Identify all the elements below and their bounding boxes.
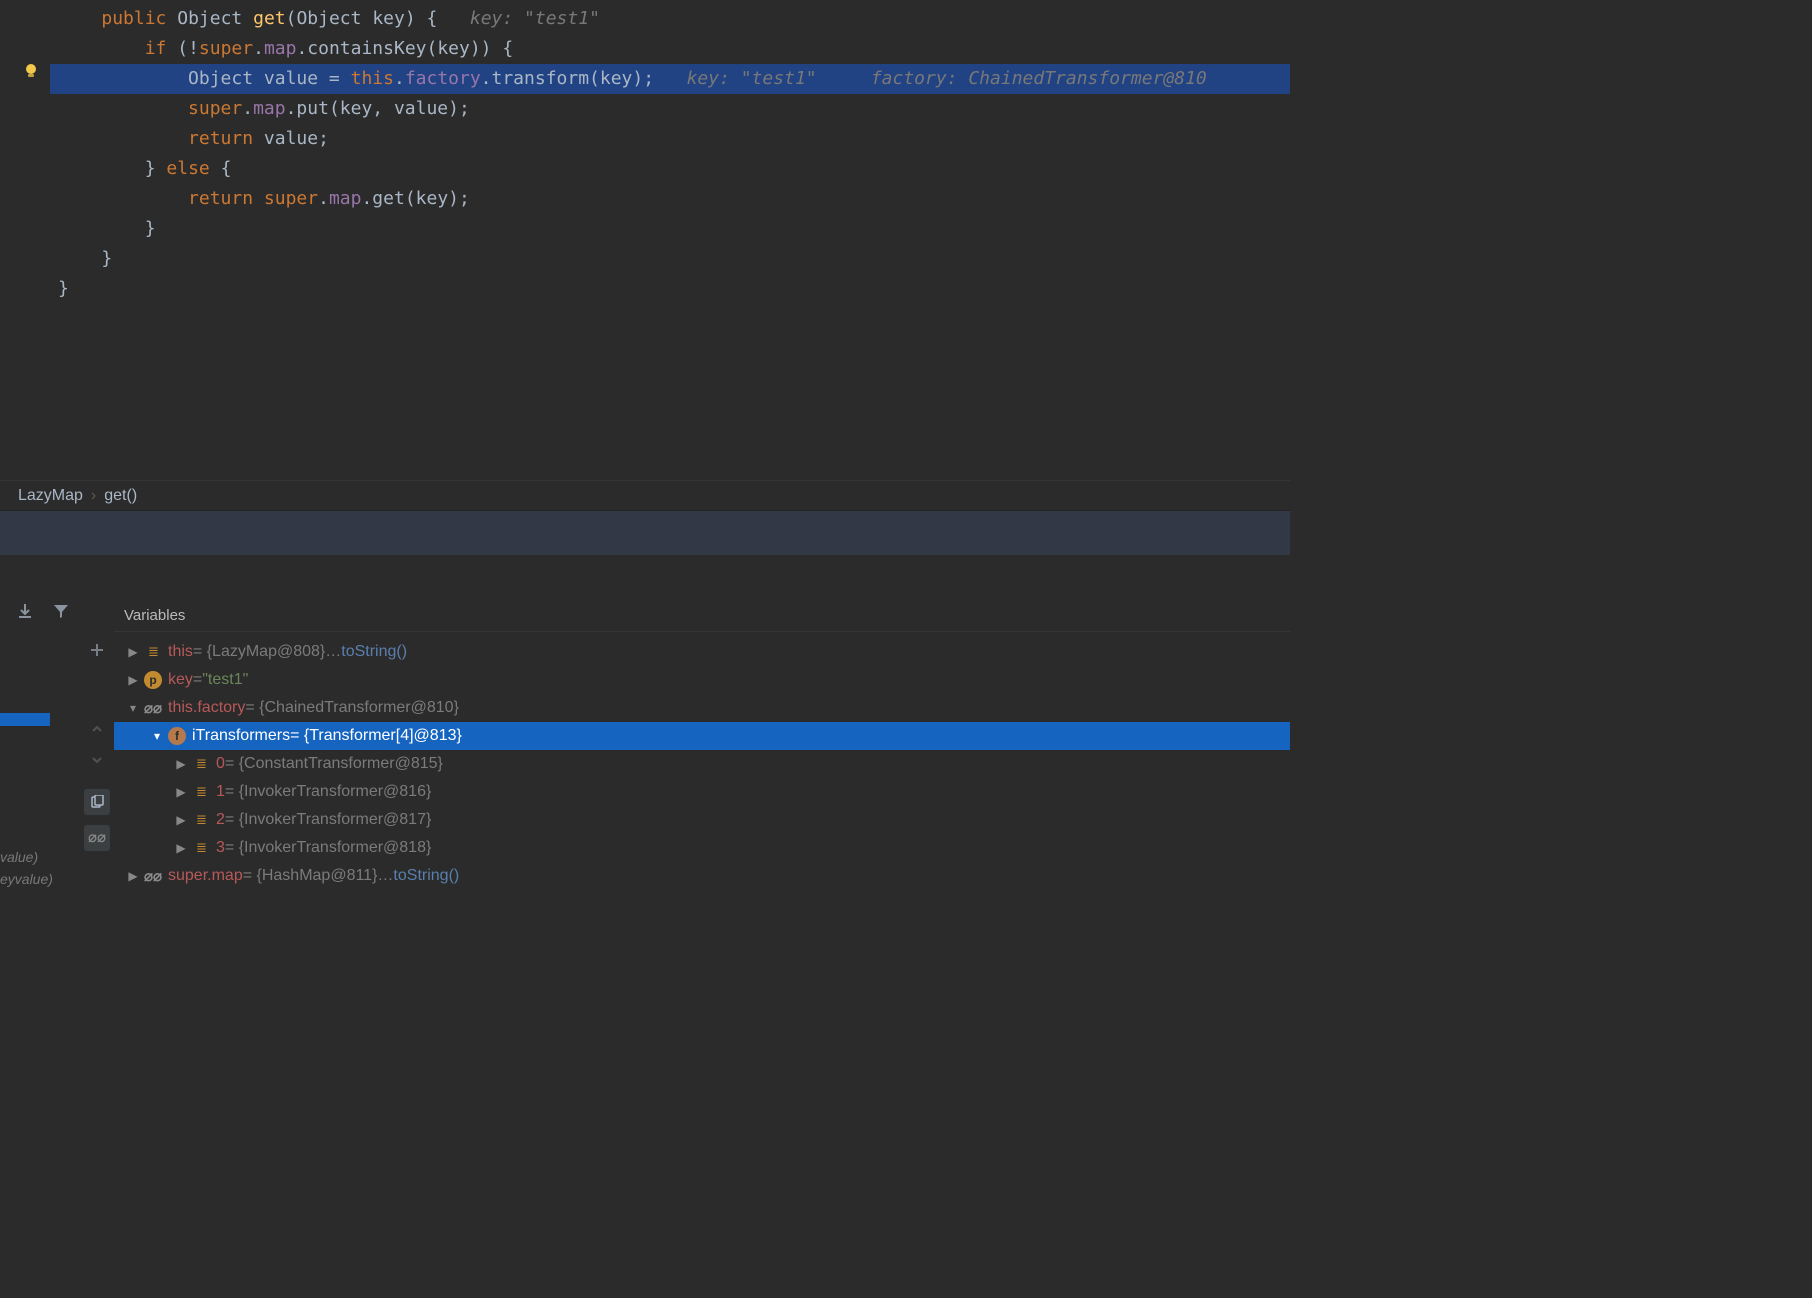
- glasses-icon[interactable]: ⌀⌀: [84, 825, 110, 851]
- breadcrumb-class[interactable]: LazyMap: [18, 487, 83, 505]
- code-line: }: [50, 244, 1290, 274]
- object-icon: ≣: [144, 643, 162, 661]
- parameter-icon: p: [144, 671, 162, 689]
- frame-label[interactable]: value): [0, 846, 60, 868]
- download-icon[interactable]: [16, 602, 34, 620]
- variable-row[interactable]: ▶ p key = "test1": [114, 666, 1290, 694]
- intention-bulb-icon[interactable]: [22, 62, 40, 80]
- variable-row-selected[interactable]: ▾ f iTransformers = {Transformer[4]@813}: [114, 722, 1290, 750]
- breadcrumb-sep-icon: ›: [91, 487, 96, 505]
- variable-row[interactable]: ▶ ⌀⌀ super.map = {HashMap@811} … toStrin…: [114, 862, 1290, 890]
- code-line: public Object get(Object key) { key: "te…: [50, 4, 1290, 34]
- field-icon: f: [168, 727, 186, 745]
- variables-panel: value) eyvalue) ⌀⌀ Variables ▶ ≣ this = …: [0, 600, 1290, 890]
- expand-icon[interactable]: ▶: [172, 785, 190, 799]
- variable-row[interactable]: ▶ ≣ 2 = {InvokerTransformer@817}: [114, 806, 1290, 834]
- code-line: if (!super.map.containsKey(key)) {: [50, 34, 1290, 64]
- expand-icon[interactable]: ▶: [172, 757, 190, 771]
- glasses-icon: ⌀⌀: [144, 699, 162, 717]
- breadcrumb-method[interactable]: get(): [104, 487, 137, 505]
- chevron-up-icon[interactable]: [91, 719, 103, 740]
- debugger-toolbar-strip: [0, 555, 1290, 600]
- expand-icon[interactable]: ▶: [124, 645, 142, 659]
- object-icon: ≣: [192, 839, 210, 857]
- frame-selected-indicator: [0, 713, 50, 727]
- variables-tree[interactable]: Variables ▶ ≣ this = {LazyMap@808} … toS…: [114, 600, 1290, 890]
- plus-icon[interactable]: [89, 642, 105, 663]
- expand-icon[interactable]: ▶: [124, 869, 142, 883]
- variable-row[interactable]: ▶ ≣ this = {LazyMap@808} … toString(): [114, 638, 1290, 666]
- filter-icon[interactable]: [52, 602, 70, 620]
- code-line: } else {: [50, 154, 1290, 184]
- collapse-icon[interactable]: ▾: [124, 701, 142, 715]
- object-icon: ≣: [192, 811, 210, 829]
- frame-label[interactable]: eyvalue): [0, 868, 60, 890]
- code-line-current: Object value = this.factory.transform(ke…: [50, 64, 1290, 94]
- variable-row[interactable]: ▶ ≣ 3 = {InvokerTransformer@818}: [114, 834, 1290, 862]
- expand-icon[interactable]: ▶: [172, 841, 190, 855]
- tostring-link[interactable]: toString(): [393, 867, 459, 885]
- code-line: }: [50, 274, 1290, 304]
- object-icon: ≣: [192, 783, 210, 801]
- collapse-icon[interactable]: ▾: [148, 729, 166, 743]
- object-icon: ≣: [192, 755, 210, 773]
- frames-toolstrip: value) eyvalue): [0, 600, 80, 890]
- code-line: super.map.put(key, value);: [50, 94, 1290, 124]
- expand-icon[interactable]: ▶: [172, 813, 190, 827]
- chevron-down-icon[interactable]: [91, 750, 103, 771]
- tostring-link[interactable]: toString(): [341, 643, 407, 661]
- editor-gutter: [0, 0, 50, 480]
- copy-icon[interactable]: [84, 789, 110, 815]
- variable-row[interactable]: ▶ ≣ 0 = {ConstantTransformer@815}: [114, 750, 1290, 778]
- variable-row[interactable]: ▶ ≣ 1 = {InvokerTransformer@816}: [114, 778, 1290, 806]
- variables-header: Variables: [114, 600, 1290, 632]
- glasses-icon: ⌀⌀: [144, 867, 162, 885]
- breadcrumb[interactable]: LazyMap › get(): [0, 480, 1290, 510]
- code-line: }: [50, 214, 1290, 244]
- code-line: return value;: [50, 124, 1290, 154]
- variable-row[interactable]: ▾ ⌀⌀ this.factory = {ChainedTransformer@…: [114, 694, 1290, 722]
- frames-column[interactable]: value) eyvalue): [0, 726, 60, 890]
- code-editor[interactable]: public Object get(Object key) { key: "te…: [0, 0, 1290, 480]
- code-area[interactable]: public Object get(Object key) { key: "te…: [50, 0, 1290, 480]
- variables-toolstrip: ⌀⌀: [80, 600, 114, 890]
- debugger-toolbar-gap: [0, 510, 1290, 555]
- expand-icon[interactable]: ▶: [124, 673, 142, 687]
- code-line: return super.map.get(key);: [50, 184, 1290, 214]
